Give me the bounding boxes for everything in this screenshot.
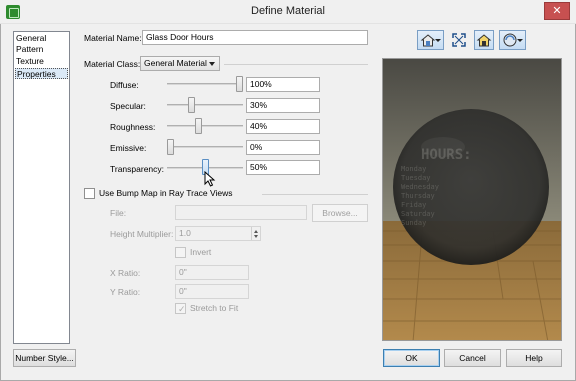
- sign-day-thursday: Thursday: [401, 192, 435, 200]
- close-button[interactable]: ✕: [544, 2, 570, 20]
- sign-day-friday: Friday: [401, 201, 426, 209]
- y-ratio-label: Y Ratio:: [110, 287, 141, 297]
- chevron-down-icon: [435, 39, 441, 42]
- y-ratio-input[interactable]: 0": [175, 284, 249, 299]
- invert-label: Invert: [190, 247, 212, 257]
- view-options-icon: [420, 34, 436, 47]
- bump-section-divider: [262, 194, 368, 195]
- nav-item-general[interactable]: General: [15, 33, 68, 44]
- sign-day-saturday: Saturday: [401, 210, 435, 218]
- render-mode-button[interactable]: [499, 30, 526, 50]
- lighting-icon: [476, 34, 492, 47]
- ok-button[interactable]: OK: [383, 349, 440, 367]
- checkmark-icon: ✓: [178, 304, 186, 314]
- render-mode-icon: [503, 33, 517, 47]
- roughness-slider-thumb[interactable]: [194, 118, 202, 134]
- diffuse-label: Diffuse:: [110, 80, 139, 90]
- material-class-label: Material Class:: [84, 59, 141, 69]
- diffuse-slider-track[interactable]: [167, 83, 243, 85]
- spinner-arrows-icon[interactable]: [251, 227, 260, 240]
- fit-view-button[interactable]: [449, 30, 469, 50]
- emissive-value-input[interactable]: 0%: [246, 140, 320, 155]
- nav-item-properties[interactable]: Properties: [15, 68, 68, 79]
- stretch-to-fit-label: Stretch to Fit: [190, 303, 239, 313]
- specular-value-input[interactable]: 30%: [246, 98, 320, 113]
- file-path-input[interactable]: [175, 205, 307, 220]
- chevron-down-icon: [517, 39, 523, 42]
- specular-slider-thumb[interactable]: [187, 97, 195, 113]
- specular-slider-track[interactable]: [167, 104, 243, 106]
- sign-day-wednesday: Wednesday: [401, 183, 439, 191]
- emissive-label: Emissive:: [110, 143, 147, 153]
- preview-render-image: HOURS: Monday Tuesday Wednesday Thursday…: [383, 59, 561, 340]
- sign-day-sunday: Sunday: [401, 219, 426, 227]
- file-label: File:: [110, 208, 127, 218]
- bump-map-checkbox[interactable]: [84, 188, 95, 199]
- emissive-slider-thumb[interactable]: [167, 139, 174, 155]
- window-title: Define Material: [251, 5, 325, 17]
- diffuse-value-input[interactable]: 100%: [246, 77, 320, 92]
- height-multiplier-value: 1.0: [179, 228, 191, 238]
- nav-item-texture[interactable]: Texture: [15, 56, 68, 67]
- lighting-button[interactable]: [474, 30, 494, 50]
- x-ratio-input[interactable]: 0": [175, 265, 249, 280]
- stretch-to-fit-checkbox[interactable]: ✓: [175, 303, 186, 314]
- material-name-label: Material Name:: [84, 33, 142, 43]
- x-ratio-label: X Ratio:: [110, 268, 141, 278]
- cancel-button[interactable]: Cancel: [444, 349, 501, 367]
- sign-day-monday: Monday: [401, 165, 426, 173]
- sign-heading: HOURS:: [421, 147, 472, 163]
- material-class-select[interactable]: General Material: [140, 56, 220, 71]
- height-multiplier-label: Height Multiplier:: [110, 229, 174, 239]
- diffuse-slider-thumb[interactable]: [236, 76, 243, 92]
- transparency-value-input[interactable]: 50%: [246, 160, 320, 175]
- category-list: General Pattern Texture Properties: [13, 31, 70, 344]
- material-name-input[interactable]: Glass Door Hours: [142, 30, 368, 45]
- material-class-value: General Material: [144, 58, 207, 68]
- material-preview: HOURS: Monday Tuesday Wednesday Thursday…: [382, 58, 562, 341]
- view-options-button[interactable]: [417, 30, 444, 50]
- title-bar: Define Material ✕: [0, 0, 576, 24]
- help-button[interactable]: Help: [506, 349, 562, 367]
- specular-label: Specular:: [110, 101, 146, 111]
- fit-view-icon: [452, 33, 466, 47]
- roughness-label: Roughness:: [110, 122, 156, 132]
- bump-map-label: Use Bump Map in Ray Trace Views: [99, 188, 233, 198]
- height-multiplier-input[interactable]: 1.0: [175, 226, 261, 241]
- invert-checkbox[interactable]: [175, 247, 186, 258]
- roughness-value-input[interactable]: 40%: [246, 119, 320, 134]
- chevron-down-icon: [209, 62, 215, 66]
- emissive-slider-track[interactable]: [167, 146, 243, 148]
- number-style-button[interactable]: Number Style...: [13, 349, 76, 367]
- sign-day-tuesday: Tuesday: [401, 174, 431, 182]
- roughness-slider-track[interactable]: [167, 125, 243, 127]
- mouse-cursor-icon: [204, 171, 216, 187]
- browse-button[interactable]: Browse...: [312, 204, 368, 222]
- section-divider: [224, 64, 368, 65]
- nav-item-pattern[interactable]: Pattern: [15, 44, 68, 55]
- transparency-label: Transparency:: [110, 164, 165, 174]
